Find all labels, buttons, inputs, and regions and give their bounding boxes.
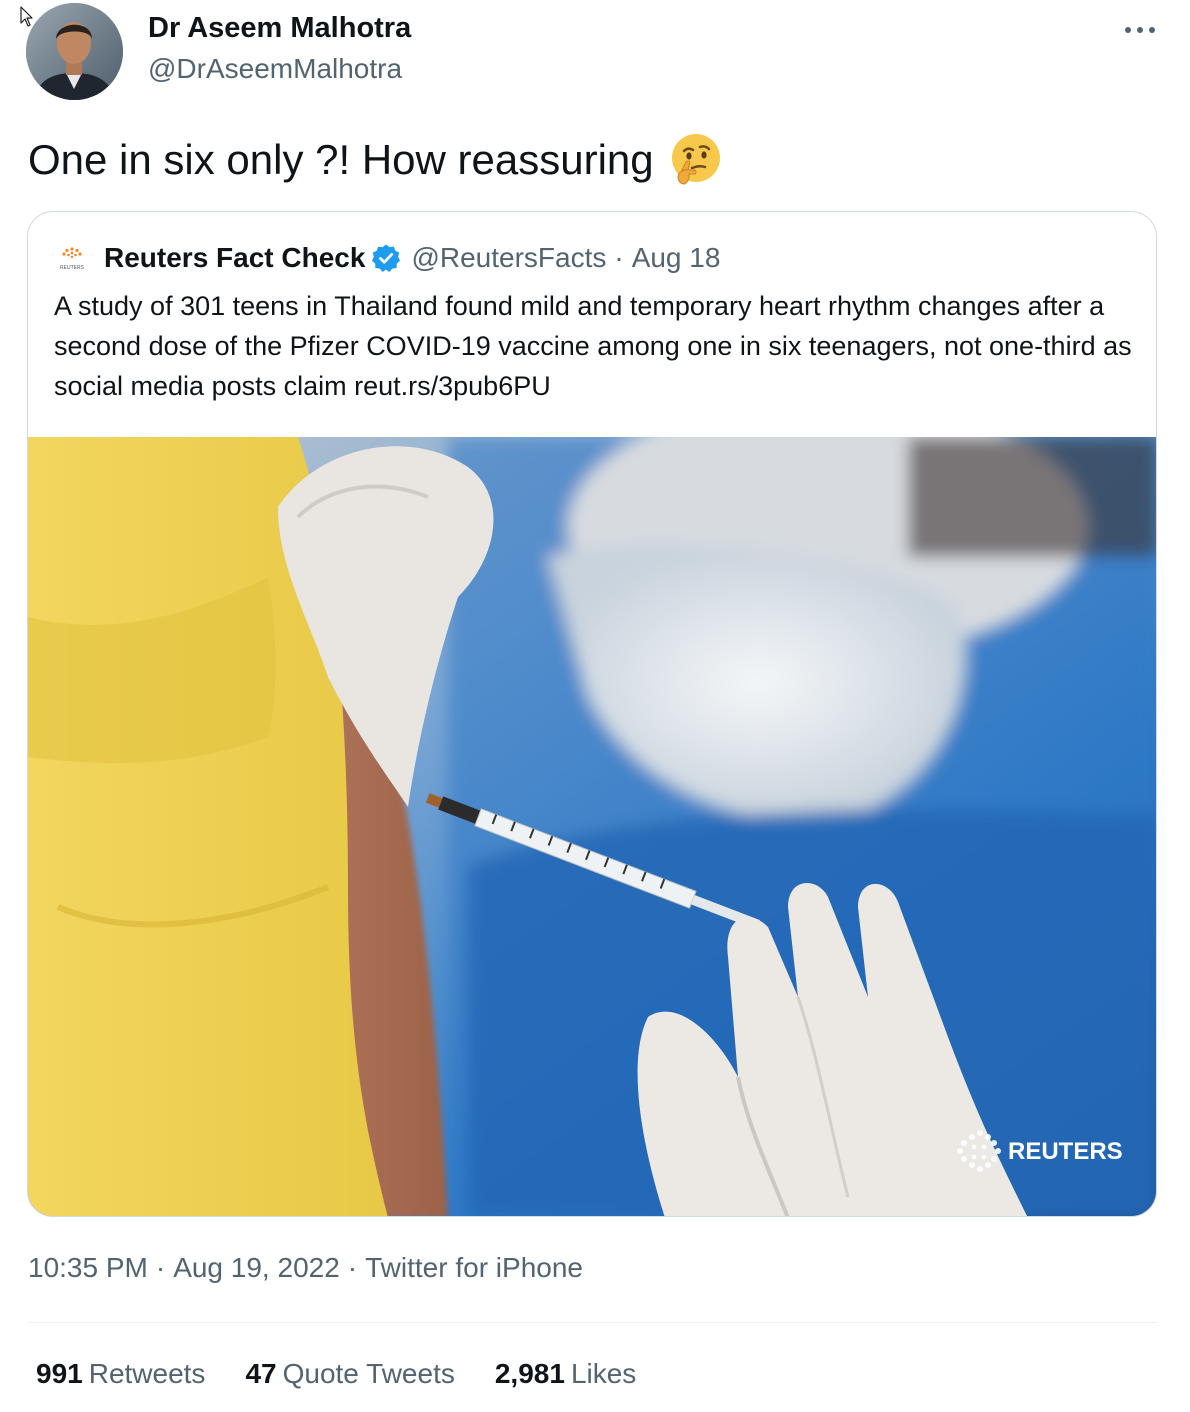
quoted-author-name[interactable]: Reuters Fact Check xyxy=(104,242,365,274)
quote-tweets-count: 47 xyxy=(245,1358,277,1389)
likes-label: Likes xyxy=(570,1358,637,1389)
quoted-author-handle[interactable]: @ReutersFacts xyxy=(411,242,606,274)
author-avatar[interactable] xyxy=(26,3,123,100)
quoted-tweet-date[interactable]: Aug 18 xyxy=(632,242,721,274)
header-separator: · xyxy=(614,242,624,273)
engagement-stats: 991 Retweets 47 Quote Tweets 2,981 Likes xyxy=(36,1358,676,1390)
quoted-tweet-text: A study of 301 teens in Thailand found m… xyxy=(54,291,1132,401)
tweet-date[interactable]: Aug 19, 2022 xyxy=(173,1252,340,1283)
tweet-source[interactable]: Twitter for iPhone xyxy=(365,1252,583,1283)
quoted-tweet-card[interactable]: REUTERS Reuters Fact Check @ReutersFacts… xyxy=(27,211,1157,1217)
meta-separator: · xyxy=(155,1252,166,1283)
likes-stat[interactable]: 2,981 Likes xyxy=(495,1358,636,1390)
author-name[interactable]: Dr Aseem Malhotra xyxy=(148,12,411,45)
meta-separator: · xyxy=(347,1252,358,1283)
reuters-logo-icon[interactable]: REUTERS xyxy=(54,240,90,276)
retweets-count: 991 xyxy=(36,1358,83,1389)
verified-badge-icon xyxy=(372,244,401,272)
quoted-tweet-image[interactable]: REUTERS xyxy=(28,437,1156,1216)
more-horizontal-icon[interactable] xyxy=(1118,16,1162,44)
tweet-text: One in six only ?! How reassuring xyxy=(28,130,724,190)
reuters-logo-label: REUTERS xyxy=(60,265,85,271)
thinking-face-icon xyxy=(671,134,720,185)
image-watermark-label: REUTERS xyxy=(1008,1138,1123,1165)
retweets-stat[interactable]: 991 Retweets xyxy=(36,1358,205,1390)
author-handle[interactable]: @DrAseemMalhotra xyxy=(148,53,402,85)
tweet-metadata: 10:35 PM · Aug 19, 2022 · Twitter for iPhone xyxy=(28,1252,583,1284)
divider xyxy=(28,1322,1158,1323)
quote-tweets-stat[interactable]: 47 Quote Tweets xyxy=(245,1358,454,1390)
tweet-body: One in six only ?! How reassuring xyxy=(28,136,654,183)
quoted-tweet-header: REUTERS Reuters Fact Check @ReutersFacts… xyxy=(54,238,720,278)
quote-tweets-label: Quote Tweets xyxy=(282,1358,455,1389)
tweet-time[interactable]: 10:35 PM xyxy=(28,1252,148,1283)
mouse-cursor-icon xyxy=(20,6,33,27)
likes-count: 2,981 xyxy=(494,1358,565,1389)
retweets-label: Retweets xyxy=(88,1358,206,1389)
